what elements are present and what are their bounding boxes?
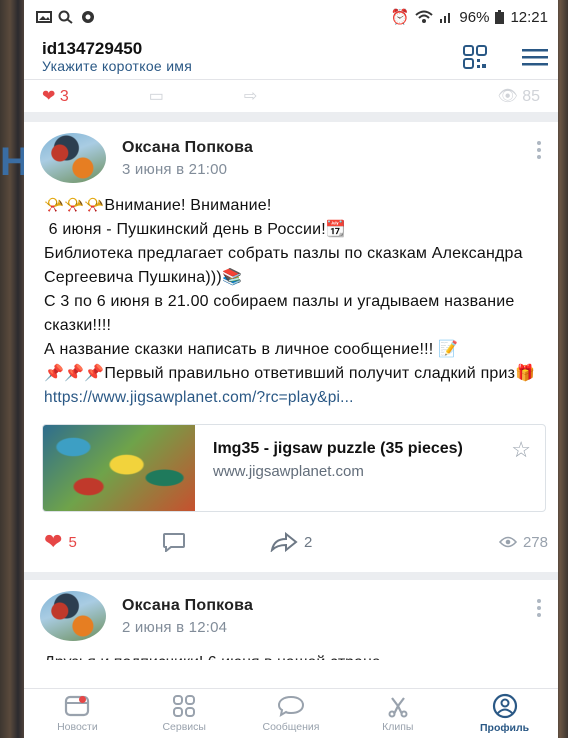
previous-like-count[interactable]: ❤ 3	[42, 86, 69, 106]
more-options-icon[interactable]	[530, 141, 548, 159]
tab-label: Клипы	[382, 721, 414, 733]
qr-code-icon[interactable]	[462, 44, 488, 70]
bottom-tab-bar: Новости Сервисы Сообщения Клипы Профиль	[24, 688, 558, 738]
more-options-icon[interactable]	[530, 599, 548, 617]
post-line: 6 июня - Пушкинский день в России!📆	[44, 221, 346, 238]
share-icon	[270, 532, 298, 552]
set-short-name-link[interactable]: Укажите короткое имя	[42, 58, 192, 74]
alarm-icon: ⏰	[390, 9, 410, 26]
tab-label: Новости	[57, 721, 98, 733]
post-line: Библиотека предлагает собрать пазлы по с…	[44, 245, 528, 286]
attachment-image	[43, 425, 195, 511]
browser-icon	[82, 11, 94, 23]
like-count: 5	[68, 533, 77, 551]
tab-news[interactable]: Новости	[24, 689, 131, 738]
post-header: Оксана Попкова 3 июня в 21:00	[24, 122, 558, 183]
profile-header: id134729450 Укажите короткое имя	[24, 34, 558, 80]
share-count: 2	[304, 533, 313, 551]
previous-comment-icon[interactable]: ▭	[149, 86, 164, 106]
clock: 12:21	[510, 8, 548, 26]
post-line: С 3 по 6 июня в 21.00 собираем пазлы и у…	[44, 293, 520, 334]
post-line: 📌📌📌Первый правильно ответивший получит с…	[44, 365, 536, 382]
next-post-header: Оксана Попкова 2 июня в 12:04	[24, 580, 558, 641]
messages-icon	[277, 695, 304, 718]
tab-profile[interactable]: Профиль	[451, 689, 558, 738]
attachment-text: Img35 - jigsaw puzzle (35 pieces) www.ji…	[195, 425, 545, 511]
battery-icon	[495, 10, 505, 24]
like-button[interactable]: ❤ 5	[44, 529, 162, 555]
post-line: А название сказки написать в личное сооб…	[44, 341, 459, 358]
wifi-icon	[415, 10, 434, 23]
previous-share-icon[interactable]: ⇨	[244, 86, 257, 106]
status-icons-left	[36, 10, 96, 24]
post-meta: Оксана Попкова 3 июня в 21:00	[122, 139, 530, 178]
header-titles: id134729450 Укажите короткое имя	[42, 39, 192, 74]
post-line: 📯📯📯Внимание! Внимание!	[44, 197, 272, 214]
previous-like-value: 3	[59, 88, 69, 105]
next-post-card: Оксана Попкова 2 июня в 12:04 Друзья и п…	[24, 580, 558, 700]
post-card: Оксана Попкова 3 июня в 21:00 📯📯📯Внимани…	[24, 122, 558, 572]
gallery-icon	[36, 11, 52, 23]
tab-label: Сообщения	[262, 721, 320, 733]
tab-messages[interactable]: Сообщения	[238, 689, 345, 738]
status-bar: ⏰ 96% 12:21	[24, 0, 558, 34]
post-date[interactable]: 3 июня в 21:00	[122, 161, 530, 178]
tab-services[interactable]: Сервисы	[131, 689, 238, 738]
services-icon	[173, 695, 196, 717]
profile-icon	[492, 693, 517, 719]
avatar[interactable]	[40, 133, 106, 183]
bookmark-star-icon[interactable]: ☆	[511, 437, 531, 463]
views-count: 278	[522, 533, 548, 551]
post-actions: ❤ 5 2 278	[24, 512, 558, 572]
next-post-text-peek: Друзья и подписчики! 6 июня в нашей стра…	[24, 640, 558, 660]
next-post-date[interactable]: 2 июня в 12:04	[122, 619, 530, 636]
share-button[interactable]: 2	[270, 532, 450, 552]
eye-icon	[498, 536, 517, 548]
attachment-title: Img35 - jigsaw puzzle (35 pieces)	[213, 440, 463, 457]
link-attachment[interactable]: Img35 - jigsaw puzzle (35 pieces) www.ji…	[42, 424, 546, 512]
comment-icon	[163, 533, 185, 552]
notification-dot	[79, 696, 86, 703]
post-author[interactable]: Оксана Попкова	[122, 139, 530, 157]
views-counter: 278	[498, 533, 548, 551]
phone-screen: ⏰ 96% 12:21 id134729450 Укажите короткое…	[24, 0, 558, 738]
news-icon	[65, 695, 90, 717]
background-letter: Н	[0, 140, 26, 184]
tab-label: Сервисы	[162, 721, 206, 733]
comment-button[interactable]	[162, 532, 270, 552]
clips-icon	[388, 697, 408, 718]
header-actions	[462, 44, 548, 70]
previous-post-actions: ❤ 3 ▭ ⇨ 👁 85	[24, 80, 558, 112]
previous-views-value: 85	[522, 88, 540, 105]
post-text: 📯📯📯Внимание! Внимание! 6 июня - Пушкинск…	[24, 182, 558, 410]
next-post-author[interactable]: Оксана Попкова	[122, 597, 530, 615]
next-post-meta: Оксана Попкова 2 июня в 12:04	[122, 597, 530, 636]
signal-icon	[440, 13, 451, 23]
heart-icon: ❤	[44, 529, 63, 554]
tab-clips[interactable]: Клипы	[344, 689, 451, 738]
battery-percent: 96%	[459, 8, 490, 26]
avatar[interactable]	[40, 591, 106, 641]
search-icon	[58, 10, 73, 24]
tab-label: Профиль	[480, 722, 530, 734]
menu-icon[interactable]	[522, 47, 548, 67]
status-icons-right: ⏰ 96% 12:21	[390, 8, 548, 27]
attachment-domain: www.jigsawplanet.com	[213, 463, 364, 480]
post-link[interactable]: https://www.jigsawplanet.com/?rc=play&pi…	[44, 386, 540, 410]
previous-views: 👁 85	[497, 88, 540, 105]
user-id: id134729450	[42, 39, 143, 58]
